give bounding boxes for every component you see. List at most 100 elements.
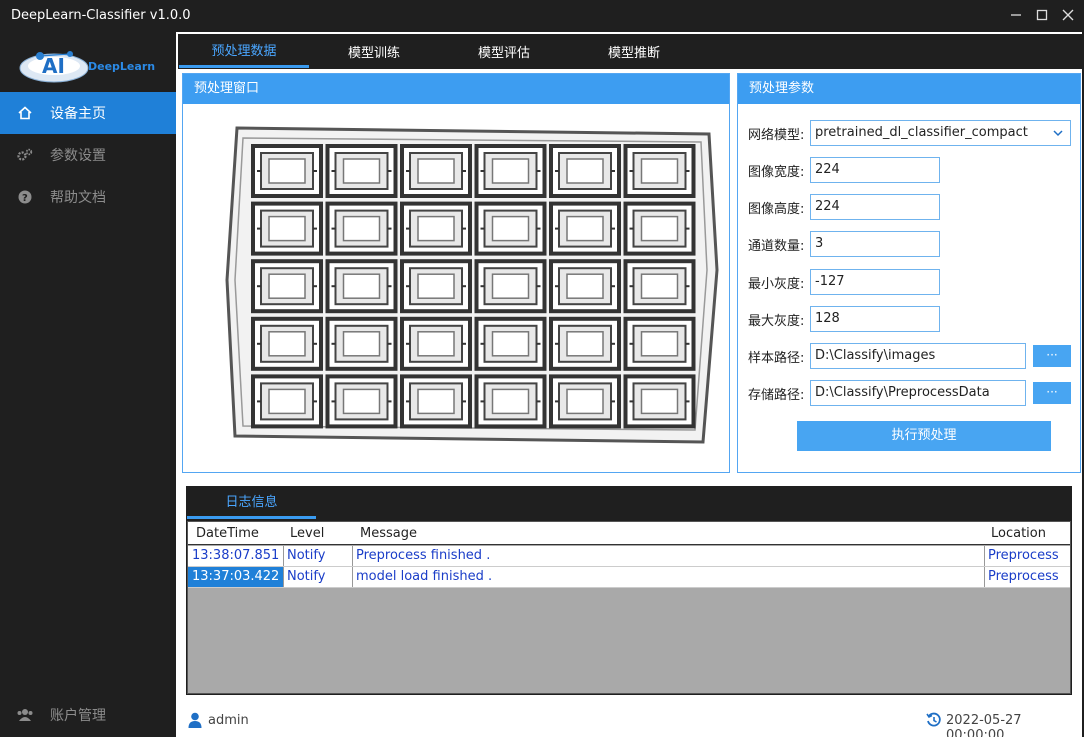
sidebar-item-label: 设备主页	[50, 106, 106, 122]
row-level: Notify	[287, 569, 326, 584]
row-time: 13:38:07.851	[192, 548, 280, 563]
column-header-location[interactable]: Location	[991, 526, 1046, 541]
sidebar-item-label: 帮助文档	[50, 190, 106, 206]
tray-pocket	[474, 201, 547, 256]
svg-text:?: ?	[22, 193, 28, 204]
svg-text:DeepLearn: DeepLearn	[88, 60, 155, 73]
tray-pocket	[325, 259, 398, 314]
row-message: model load finished .	[356, 569, 493, 584]
column-header-level[interactable]: Level	[290, 526, 324, 541]
min-gray-row: 最小灰度: -127	[748, 269, 940, 295]
sidebar-item-label: 参数设置	[50, 148, 106, 164]
column-header-message[interactable]: Message	[360, 526, 417, 541]
tray-pocket	[474, 374, 547, 429]
model-select-value: pretrained_dl_classifier_compact	[815, 125, 1028, 140]
save-path-input[interactable]: D:\Classify\PreprocessData	[810, 380, 1026, 406]
tray-pocket	[623, 144, 696, 198]
tray-pocket	[623, 316, 696, 371]
log-panel: 日志信息 DateTime Level Message Location 13:…	[186, 486, 1072, 695]
tray-pocket	[623, 374, 696, 429]
tray-pocket	[400, 316, 472, 371]
model-row: 网络模型: pretrained_dl_classifier_compact	[748, 120, 1071, 146]
tab-inference[interactable]: 模型推断	[569, 34, 699, 68]
row-location: Preprocess	[988, 569, 1059, 584]
sidebar-item-label: 账户管理	[50, 708, 106, 724]
width-input[interactable]: 224	[810, 157, 940, 183]
tray-pocket	[325, 144, 398, 198]
sidebar-item-home[interactable]: 设备主页	[0, 92, 176, 134]
height-label: 图像高度:	[748, 201, 805, 217]
tab-preprocess[interactable]: 预处理数据	[179, 34, 309, 68]
save-path-row: 存储路径: D:\Classify\PreprocessData	[748, 380, 1026, 406]
log-grid[interactable]: DateTime Level Message Location 13:38:07…	[187, 521, 1071, 694]
model-select[interactable]: pretrained_dl_classifier_compact	[810, 120, 1071, 146]
max-gray-row: 最大灰度: 128	[748, 306, 940, 332]
history-icon	[926, 712, 942, 732]
tray-pocket	[325, 201, 398, 256]
tray-pocket	[400, 374, 472, 429]
status-datetime: 2022-05-27 00:00:00	[946, 713, 1022, 737]
tray-pocket	[549, 374, 621, 429]
table-row[interactable]: 13:38:07.851 Notify Preprocess finished …	[188, 546, 1070, 567]
minimize-icon[interactable]	[1005, 4, 1027, 26]
model-label: 网络模型:	[748, 127, 805, 143]
users-icon	[0, 708, 50, 722]
min-gray-input[interactable]: -127	[810, 269, 940, 295]
save-path-browse-button[interactable]: ···	[1033, 382, 1071, 404]
main-content: 预处理数据 模型训练 模型评估 模型推断 预处理窗口 预处理参数 网络模型: p…	[176, 32, 1082, 737]
tray-pocket	[251, 374, 323, 429]
help-icon: ?	[0, 190, 50, 204]
height-row: 图像高度: 224	[748, 194, 940, 220]
tab-training[interactable]: 模型训练	[309, 34, 439, 68]
tab-bar: 预处理数据 模型训练 模型评估 模型推断	[178, 34, 1082, 69]
tray-pocket	[549, 259, 621, 314]
tab-log[interactable]: 日志信息	[187, 486, 316, 519]
tray-pocket	[549, 201, 621, 256]
tab-evaluation[interactable]: 模型评估	[439, 34, 569, 68]
channels-label: 通道数量:	[748, 238, 805, 254]
tray-pocket	[325, 374, 398, 429]
preview-image[interactable]	[223, 120, 721, 450]
sample-path-input[interactable]: D:\Classify\images	[810, 343, 1026, 369]
width-label: 图像宽度:	[748, 164, 805, 180]
log-grid-header: DateTime Level Message Location	[188, 522, 1070, 545]
title-bar: DeepLearn-Classifier v1.0.0	[0, 0, 1084, 32]
save-path-label: 存储路径:	[748, 387, 805, 403]
channels-input[interactable]: 3	[810, 231, 940, 257]
width-row: 图像宽度: 224	[748, 157, 940, 183]
sample-path-row: 样本路径: D:\Classify\images	[748, 343, 1026, 369]
row-level: Notify	[287, 548, 326, 563]
height-input[interactable]: 224	[810, 194, 940, 220]
max-gray-input[interactable]: 128	[810, 306, 940, 332]
execute-preprocess-button[interactable]: 执行预处理	[797, 421, 1051, 451]
tray-pocket	[474, 316, 547, 371]
sidebar-item-help[interactable]: ? 帮助文档	[0, 176, 176, 218]
tray-pocket	[400, 201, 472, 256]
sample-path-browse-button[interactable]: ···	[1033, 345, 1071, 367]
tray-pocket	[549, 316, 621, 371]
sample-path-label: 样本路径:	[748, 350, 805, 366]
column-header-datetime[interactable]: DateTime	[196, 526, 259, 541]
tray-pocket	[474, 144, 547, 198]
user-name: admin	[208, 713, 249, 728]
row-location: Preprocess	[988, 548, 1059, 563]
maximize-icon[interactable]	[1031, 4, 1053, 26]
tray-pocket	[623, 259, 696, 314]
params-panel: 预处理参数 网络模型: pretrained_dl_classifier_com…	[737, 73, 1081, 473]
chevron-down-icon	[1052, 124, 1064, 148]
min-gray-label: 最小灰度:	[748, 276, 805, 292]
tray-pocket	[623, 201, 696, 256]
channels-row: 通道数量: 3	[748, 231, 940, 257]
tray-pocket	[325, 316, 398, 371]
table-row[interactable]: 13:37:03.422 Notify model load finished …	[188, 567, 1070, 588]
app-logo: AI DeepLearn	[16, 36, 172, 88]
tray-pocket	[251, 259, 323, 314]
max-gray-label: 最大灰度:	[748, 313, 805, 329]
sidebar-item-settings[interactable]: 参数设置	[0, 134, 176, 176]
row-message: Preprocess finished .	[356, 548, 491, 563]
preview-panel-title: 预处理窗口	[183, 74, 729, 104]
tray-pocket	[400, 259, 472, 314]
gears-icon	[0, 148, 50, 162]
close-icon[interactable]	[1057, 4, 1079, 26]
sidebar-item-accounts[interactable]: 账户管理	[0, 694, 176, 736]
